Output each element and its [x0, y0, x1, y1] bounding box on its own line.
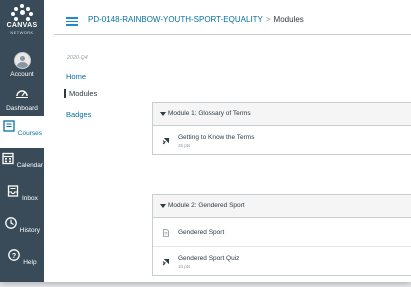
gnav-help[interactable]: ? Help	[0, 248, 44, 278]
global-nav: CANVAS NETWORK Account Dashboard Courses	[0, 0, 44, 282]
module-item-points: 25 pts	[178, 143, 191, 148]
canvas-logo[interactable]: CANVAS NETWORK	[4, 4, 40, 44]
gnav-inbox[interactable]: Inbox	[0, 184, 44, 214]
module-item[interactable]: Getting to Know the Terms 25 pts	[153, 126, 411, 154]
quiz-rocket-icon	[162, 138, 169, 145]
header-divider	[54, 34, 411, 35]
module-header[interactable]: Module 1: Glossary of Terms	[153, 103, 411, 126]
gnav-help-label: Help	[23, 259, 37, 266]
account-avatar	[13, 52, 31, 69]
canvas-window: CANVAS NETWORK Account Dashboard Courses	[0, 0, 411, 282]
gnav-courses-label: Courses	[17, 130, 43, 137]
module-item-title[interactable]: Gendered Sport	[178, 229, 224, 236]
module-item-title[interactable]: Getting to Know the Terms	[178, 134, 254, 141]
module-header[interactable]: Module 2: Gendered Sport	[153, 195, 411, 218]
breadcrumb: PD-0148-RAINBOW-YOUTH-SPORT-EQUALITY > Mod…	[88, 15, 304, 24]
course-nav-badges[interactable]: Badges	[66, 110, 91, 119]
svg-text:?: ?	[12, 253, 16, 260]
gnav-dashboard-label: Dashboard	[6, 105, 38, 112]
logo-title: CANVAS	[6, 22, 38, 29]
gnav-history[interactable]: History	[0, 216, 44, 246]
breadcrumb-separator: >	[265, 15, 271, 24]
course-nav-home[interactable]: Home	[66, 72, 86, 81]
collapse-triangle-icon[interactable]	[160, 204, 166, 208]
gnav-inbox-label: Inbox	[21, 195, 38, 202]
collapse-triangle-icon[interactable]	[160, 112, 166, 116]
breadcrumb-course-link[interactable]: PD-0148-RAINBOW-YOUTH-SPORT-EQUALITY	[88, 15, 263, 24]
gnav-account[interactable]: Account	[0, 52, 44, 82]
gnav-calendar-label: Calendar	[16, 162, 44, 169]
dashboard-icon	[16, 90, 28, 98]
course-term: 2020-Q4	[67, 55, 88, 61]
gnav-history-label: History	[19, 227, 41, 234]
gnav-account-label: Account	[10, 71, 34, 78]
gnav-calendar[interactable]: Calendar	[0, 151, 44, 181]
course-menu-toggle-icon[interactable]	[66, 17, 78, 26]
gnav-courses[interactable]: Courses	[0, 116, 44, 148]
course-nav-modules[interactable]: Modules	[64, 89, 97, 98]
help-icon: ?	[8, 249, 21, 261]
module-item-points: 10 pts	[178, 264, 191, 269]
module-card: Module 1: Glossary of Terms Getting to K…	[152, 102, 411, 155]
inbox-icon	[7, 185, 19, 197]
history-icon	[5, 217, 17, 229]
canvas-logo-icon	[11, 4, 33, 21]
module-item[interactable]: Gendered Sport	[153, 218, 411, 247]
quiz-rocket-icon	[162, 259, 169, 266]
module-title: Module 2: Gendered Sport	[168, 202, 245, 209]
breadcrumb-current: Modules	[273, 15, 304, 24]
courses-icon	[3, 120, 15, 132]
gnav-dashboard[interactable]: Dashboard	[0, 86, 44, 116]
module-title: Module 1: Glossary of Terms	[168, 110, 251, 117]
module-item[interactable]: Gendered Sport Quiz 10 pts	[153, 247, 411, 275]
calendar-icon	[2, 152, 14, 165]
module-item-title[interactable]: Gendered Sport Quiz	[178, 255, 239, 262]
page-icon	[163, 229, 169, 237]
logo-subtitle: NETWORK	[10, 30, 34, 35]
module-card: Module 2: Gendered Sport Gendered Sport …	[152, 194, 411, 276]
